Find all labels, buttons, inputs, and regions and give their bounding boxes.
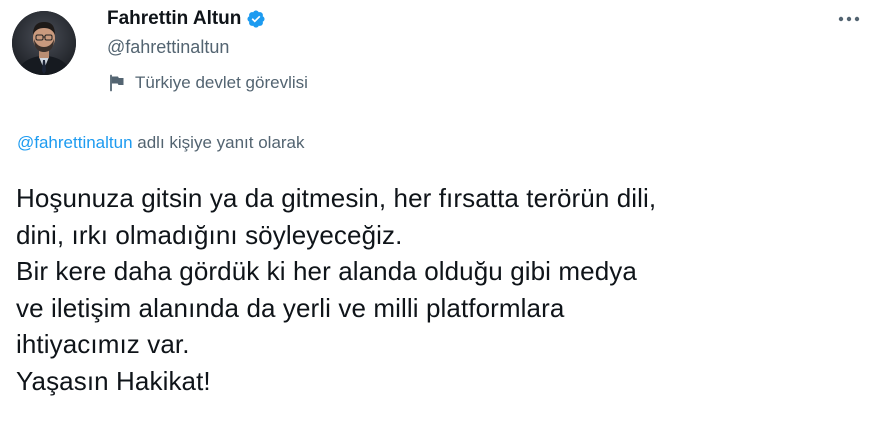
reply-context: @fahrettinaltun adlı kişiye yanıt olarak — [17, 133, 305, 153]
reply-context-text: adlı kişiye yanıt olarak — [132, 133, 305, 152]
verified-badge-icon — [246, 9, 266, 29]
tweet-line: ihtiyacımız var. — [16, 329, 190, 359]
tweet-line: Hoşunuza gitsin ya da gitmesin, her fırs… — [16, 183, 657, 213]
account-label-text: Türkiye devlet görevlisi — [135, 73, 308, 92]
tweet-line: ve iletişim alanında da yerli ve milli p… — [16, 292, 565, 323]
avatar[interactable] — [12, 11, 76, 75]
more-options-icon[interactable] — [834, 8, 864, 30]
tweet: Fahrettin Altun @fahrettinaltun Türkiye … — [0, 0, 876, 442]
tweet-line: Yaşasın Hakikat! — [16, 365, 211, 396]
tweet-line: Bir kere daha gördük ki her alanda olduğ… — [16, 256, 637, 286]
author-name[interactable]: Fahrettin Altun — [107, 8, 241, 30]
account-label[interactable]: Türkiye devlet görevlisi — [108, 73, 308, 93]
flag-icon — [108, 74, 126, 92]
tweet-line: dini, ırkı olmadığını söyleyeceğiz. — [16, 219, 403, 250]
tweet-text: Hoşunuza gitsin ya da gitmesin, her fırs… — [16, 180, 866, 399]
author-handle[interactable]: @fahrettinaltun — [107, 37, 229, 58]
reply-to-link[interactable]: @fahrettinaltun — [17, 133, 133, 152]
author-name-row[interactable]: Fahrettin Altun — [107, 5, 266, 33]
